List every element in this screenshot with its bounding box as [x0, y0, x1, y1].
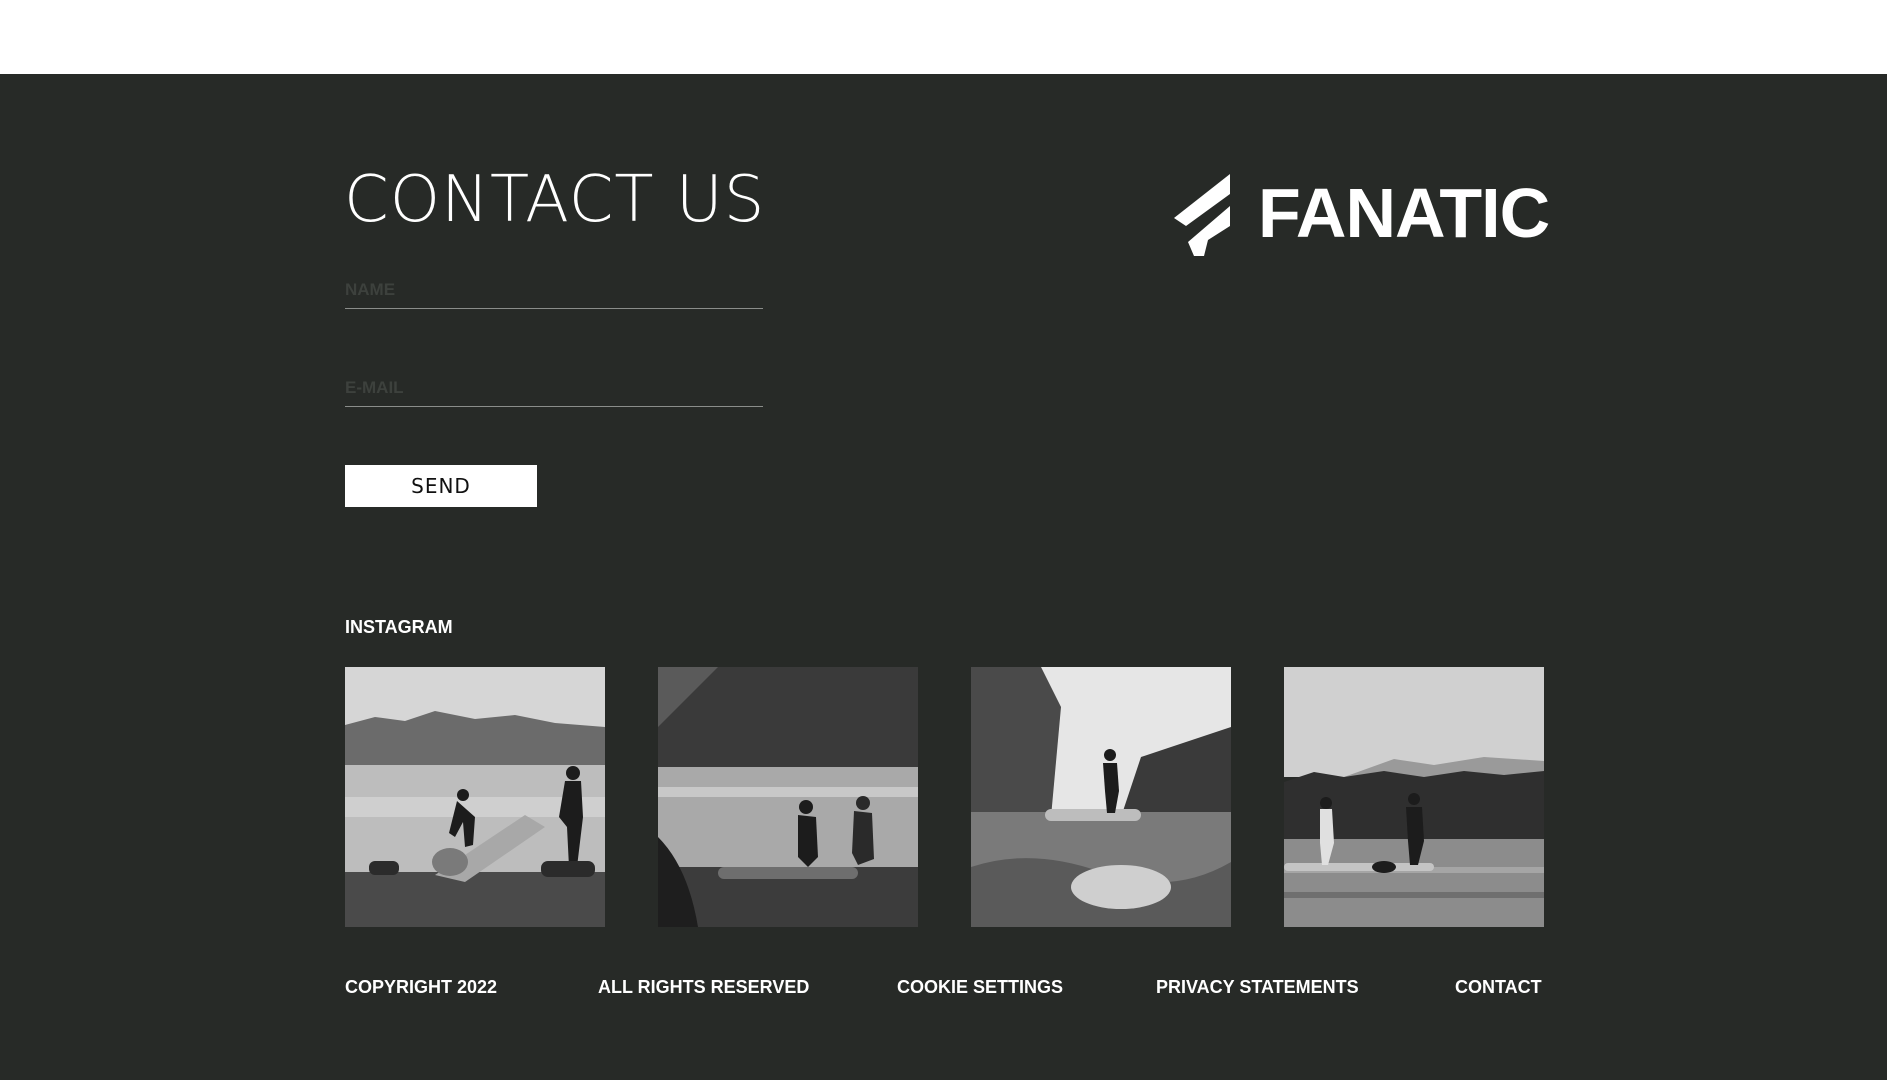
site-footer: CONTACT US SEND FANATIC INSTAGRAM — [0, 74, 1887, 1080]
instagram-post-4[interactable] — [1284, 667, 1544, 927]
instagram-photo-1 — [345, 667, 605, 927]
send-button[interactable]: SEND — [345, 465, 537, 507]
instagram-photo-4 — [1284, 667, 1544, 927]
instagram-label: INSTAGRAM — [345, 617, 453, 637]
email-field[interactable] — [345, 370, 763, 407]
instagram-post-2[interactable] — [658, 667, 918, 927]
instagram-post-1[interactable] — [345, 667, 605, 927]
contact-title: CONTACT US — [344, 163, 766, 237]
fanatic-logo[interactable]: FANATIC — [1174, 174, 1550, 256]
footer-link-copyright[interactable]: COPYRIGHT 2022 — [345, 977, 497, 998]
footer-link-contact[interactable]: CONTACT — [1455, 977, 1542, 998]
instagram-photo-3 — [971, 667, 1231, 927]
fanatic-f-mark-icon — [1174, 174, 1230, 256]
instagram-photo-2 — [658, 667, 918, 927]
top-bar — [0, 0, 1887, 74]
footer-link-all-rights-reserved[interactable]: ALL RIGHTS RESERVED — [598, 977, 809, 998]
footer-link-cookie-settings[interactable]: COOKIE SETTINGS — [897, 977, 1063, 998]
name-field[interactable] — [345, 272, 763, 309]
footer-link-privacy-statements[interactable]: PRIVACY STATEMENTS — [1156, 977, 1359, 998]
instagram-post-3[interactable] — [971, 667, 1231, 927]
brand-name: FANATIC — [1258, 174, 1550, 252]
